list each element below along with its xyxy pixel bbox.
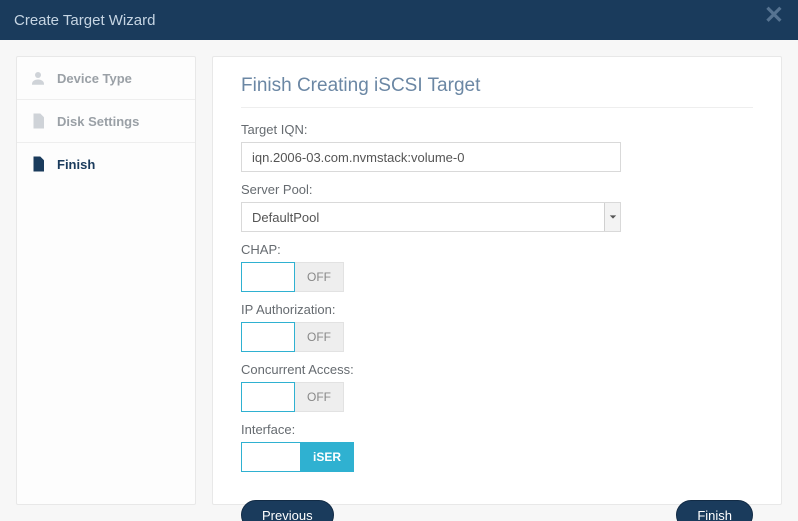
close-icon[interactable]: ✕ [764,4,784,28]
previous-button[interactable]: Previous [241,500,334,521]
interface-label: Interface: [241,422,753,437]
target-iqn-label: Target IQN: [241,122,753,137]
finish-button[interactable]: Finish [676,500,753,521]
wizard-title: Create Target Wizard [14,12,155,29]
sidebar: Device Type Disk Settings Finish [16,56,196,505]
wizard-body: Device Type Disk Settings Finish Finish … [0,40,798,521]
ip-auth-group: IP Authorization: OFF [241,302,753,352]
target-iqn-group: Target IQN: [241,122,753,172]
file-icon [29,112,47,130]
server-pool-select[interactable]: DefaultPool [241,202,621,232]
chap-group: CHAP: OFF [241,242,753,292]
chap-toggle[interactable]: OFF [241,262,753,292]
chevron-down-icon [604,203,620,231]
server-pool-group: Server Pool: DefaultPool [241,182,753,232]
interface-group: Interface: iSER [241,422,753,472]
sidebar-item-label: Finish [57,157,95,172]
chap-label: CHAP: [241,242,753,257]
panel-footer: Previous Finish [241,482,753,521]
ip-auth-toggle[interactable]: OFF [241,322,753,352]
toggle-handle [241,262,295,292]
sidebar-item-disk-settings[interactable]: Disk Settings [17,100,195,143]
toggle-state-label: iSER [301,442,354,472]
toggle-state-label: OFF [295,322,344,352]
sidebar-item-label: Disk Settings [57,114,139,129]
toggle-handle [241,322,295,352]
toggle-state-label: OFF [295,262,344,292]
server-pool-value: DefaultPool [242,210,604,225]
ip-auth-label: IP Authorization: [241,302,753,317]
concurrent-toggle[interactable]: OFF [241,382,753,412]
wizard-panel: Finish Creating iSCSI Target Target IQN:… [212,56,782,505]
user-icon [29,69,47,87]
toggle-state-label: OFF [295,382,344,412]
panel-title: Finish Creating iSCSI Target [241,75,753,108]
file-text-icon [29,155,47,173]
server-pool-label: Server Pool: [241,182,753,197]
toggle-handle [241,442,301,472]
sidebar-item-label: Device Type [57,71,132,86]
target-iqn-input[interactable] [241,142,621,172]
wizard-header: Create Target Wizard ✕ [0,0,798,40]
sidebar-item-finish[interactable]: Finish [17,143,195,185]
concurrent-label: Concurrent Access: [241,362,753,377]
interface-toggle[interactable]: iSER [241,442,753,472]
toggle-handle [241,382,295,412]
sidebar-item-device-type[interactable]: Device Type [17,57,195,100]
concurrent-group: Concurrent Access: OFF [241,362,753,412]
